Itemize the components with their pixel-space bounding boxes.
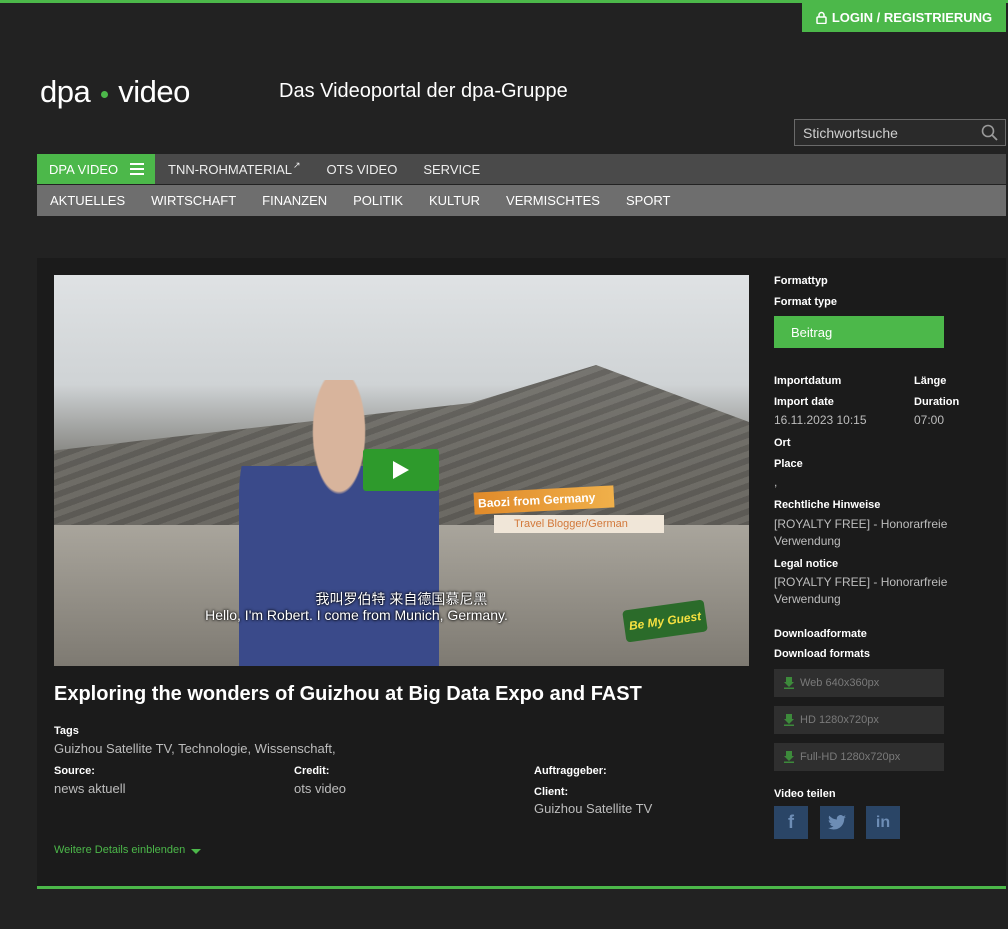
auftraggeber-label: Auftraggeber: (534, 765, 607, 777)
duration-value: 07:00 (914, 413, 945, 427)
download-icon (784, 677, 794, 689)
logo-dpa: dpa (40, 74, 91, 109)
download-hd-label: HD 1280x720px (800, 714, 879, 726)
format-value-badge: Beitrag (774, 316, 944, 348)
ort-label: Ort (774, 437, 791, 449)
download-icon (784, 751, 794, 763)
video-presenter (239, 380, 439, 666)
nav-service[interactable]: SERVICE (410, 154, 493, 184)
formattyp-label: Formattyp (774, 275, 828, 287)
nav-dpa-video-label: DPA VIDEO (49, 161, 119, 177)
duration-label: Duration (914, 396, 960, 408)
twitter-icon (828, 815, 846, 830)
place-label: Place (774, 458, 803, 470)
download-fullhd-button[interactable]: Full-HD 1280x720px (774, 743, 944, 771)
linkedin-icon: in (875, 813, 891, 831)
nav-finanzen[interactable]: FINANZEN (249, 193, 340, 208)
nav-aktuelles[interactable]: AKTUELLES (37, 193, 138, 208)
nav-ots-label: OTS VIDEO (326, 161, 398, 177)
nav-ots-video[interactable]: OTS VIDEO (314, 154, 411, 184)
logo-video: video (118, 74, 190, 109)
download-hd-button[interactable]: HD 1280x720px (774, 706, 944, 734)
nav-service-label: SERVICE (423, 161, 481, 177)
rechtliche-hinweise-label: Rechtliche Hinweise (774, 499, 881, 511)
credit-value: ots video (294, 781, 347, 796)
external-link-icon: ↗ (292, 159, 301, 170)
login-button[interactable]: LOGIN / REGISTRIERUNG (802, 3, 1006, 32)
laenge-label: Länge (914, 375, 947, 387)
search-input[interactable] (795, 120, 965, 145)
login-label: LOGIN / REGISTRIERUNG (831, 10, 993, 25)
video-teilen-label: Video teilen (774, 788, 836, 800)
video-player[interactable]: Baozi from Germany Travel Blogger/German… (54, 275, 749, 666)
downloadformate-label: Downloadformate (774, 628, 867, 640)
facebook-icon: f (788, 812, 794, 832)
nav-vermischtes[interactable]: VERMISCHTES (493, 193, 613, 208)
primary-nav: DPA VIDEO TNN-ROHMATERIAL ↗ OTS VIDEO SE… (37, 154, 1006, 184)
download-fullhd-label: Full-HD 1280x720px (800, 751, 901, 763)
subtitle-english: Hello, I'm Robert. I come from Munich, G… (205, 607, 508, 623)
nav-tnn-rohmaterial[interactable]: TNN-ROHMATERIAL ↗ (155, 154, 314, 184)
video-title: Exploring the wonders of Guizhou at Big … (54, 683, 642, 705)
legal-notice-value: [ROYALTY FREE] - Honorarfreie Verwendung (774, 575, 948, 606)
credit-label: Credit: (294, 765, 330, 777)
video-detail-panel: Baozi from Germany Travel Blogger/German… (37, 258, 1006, 889)
legal-notice-label: Legal notice (774, 558, 839, 570)
play-icon (393, 461, 409, 479)
share-twitter-button[interactable] (820, 806, 854, 839)
tags-value: Guizhou Satellite TV, Technologie, Wisse… (54, 741, 336, 756)
search-box (794, 119, 1006, 146)
play-button[interactable] (363, 449, 439, 491)
search-icon[interactable] (981, 124, 998, 141)
share-linkedin-button[interactable]: in (866, 806, 900, 839)
nav-politik[interactable]: POLITIK (340, 193, 416, 208)
logo-dot (101, 90, 109, 98)
share-facebook-button[interactable]: f (774, 806, 808, 839)
source-value: news aktuell (54, 781, 126, 796)
client-value: Guizhou Satellite TV (534, 801, 653, 816)
client-label: Client: (534, 786, 569, 798)
site-tagline: Das Videoportal der dpa-Gruppe (279, 80, 568, 102)
import-date-value: 16.11.2023 10:15 (774, 413, 867, 427)
dpa-video-logo[interactable]: dpa video (40, 72, 190, 112)
hamburger-menu-icon[interactable] (130, 163, 145, 175)
tags-label: Tags (54, 725, 79, 737)
download-icon (784, 714, 794, 726)
nav-kultur[interactable]: KULTUR (416, 193, 493, 208)
subtitle-chinese: 我叫罗伯特 来自德国慕尼黑 (315, 591, 488, 607)
source-label: Source: (54, 765, 95, 777)
download-web-button[interactable]: Web 640x360px (774, 669, 944, 697)
format-type-label: Format type (774, 296, 837, 308)
import-date-label: Import date (774, 396, 834, 408)
details-link-label: Weitere Details einblenden (54, 844, 186, 856)
download-web-label: Web 640x360px (800, 677, 880, 689)
rechtliche-hinweise-value: [ROYALTY FREE] - Honorarfreie Verwendung (774, 517, 948, 548)
place-value: , (774, 475, 778, 489)
show-more-details-link[interactable]: Weitere Details einblenden (54, 844, 202, 856)
nav-wirtschaft[interactable]: WIRTSCHAFT (138, 193, 249, 208)
caret-down-icon (191, 848, 202, 854)
secondary-nav: AKTUELLES WIRTSCHAFT FINANZEN POLITIK KU… (37, 185, 1006, 216)
nav-dpa-video[interactable]: DPA VIDEO (37, 154, 155, 184)
lower-third-role: Travel Blogger/German (494, 515, 664, 533)
importdatum-label: Importdatum (774, 375, 842, 387)
lock-icon (816, 11, 827, 24)
download-formats-label: Download formats (774, 648, 870, 660)
nav-sport[interactable]: SPORT (613, 193, 684, 208)
nav-tnn-label: TNN-ROHMATERIAL (168, 161, 292, 177)
